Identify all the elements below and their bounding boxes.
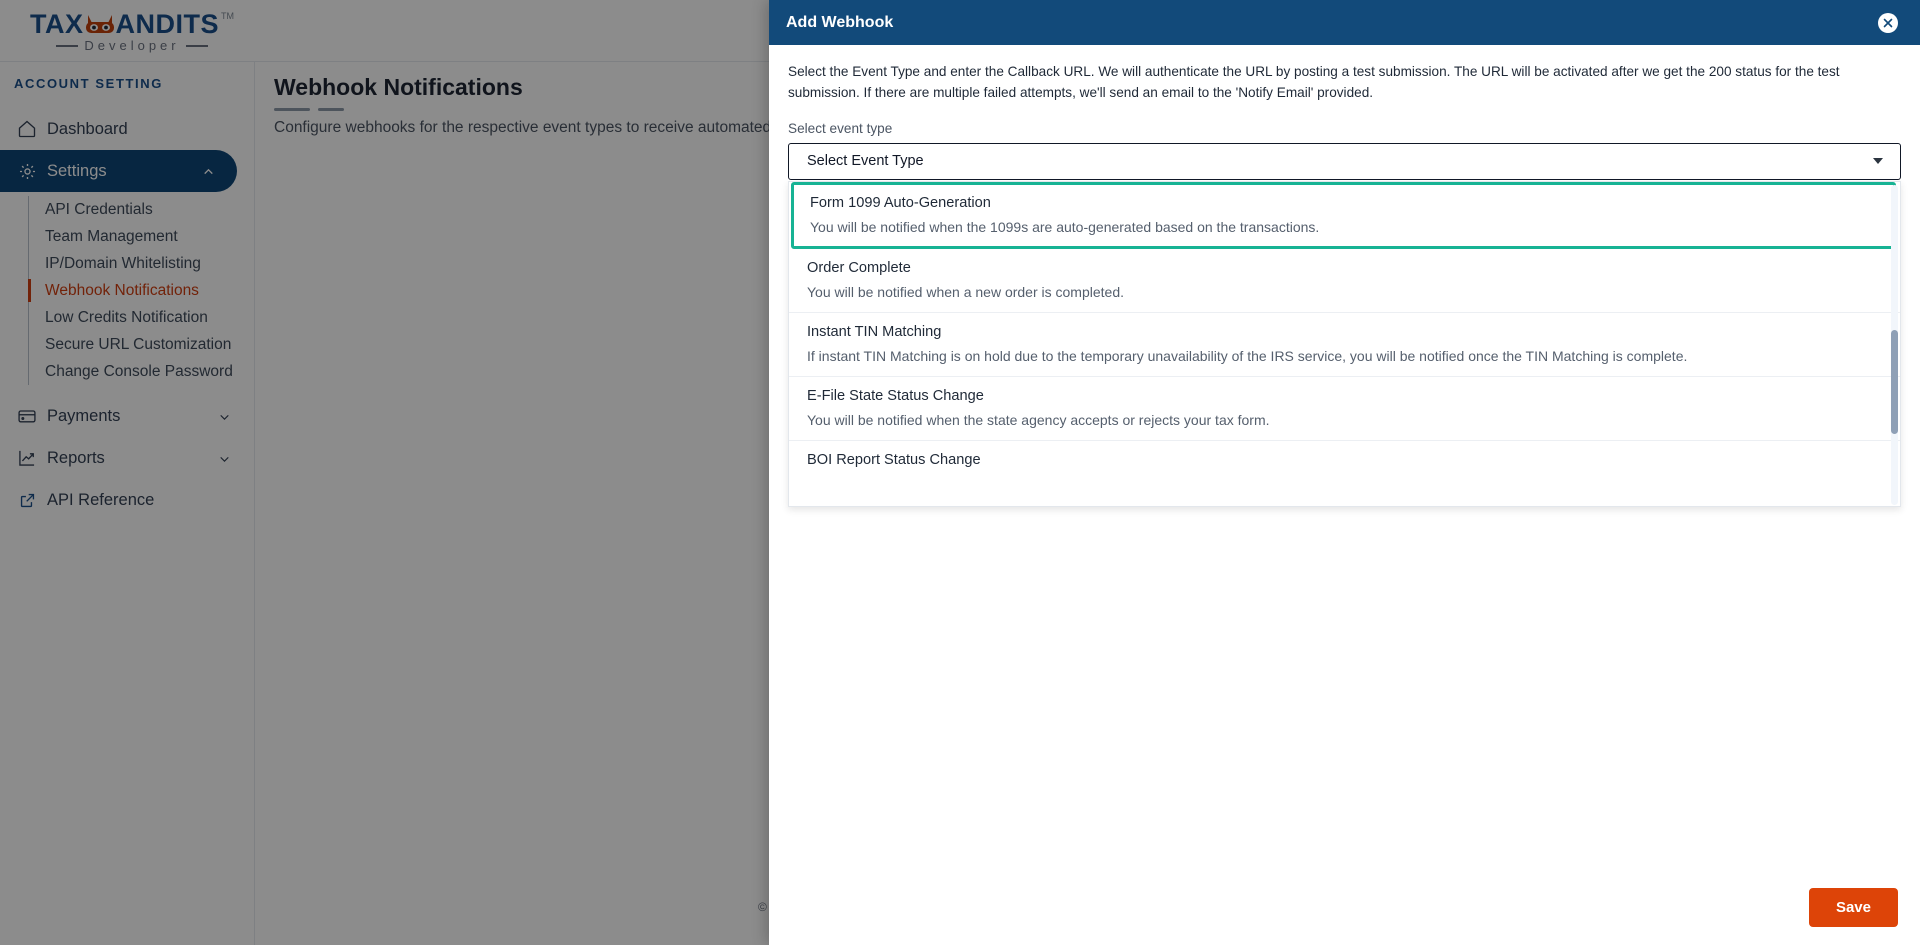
dropdown-option-title: Instant TIN Matching [807, 323, 942, 340]
modal-description: Select the Event Type and enter the Call… [788, 64, 1840, 101]
modal-footer: Save [769, 869, 1920, 945]
dropdown-option-boi-report-status-change[interactable]: BOI Report Status Change [789, 441, 1900, 480]
dropdown-option-instant-tin-matching[interactable]: Instant TIN Matching If instant TIN Matc… [789, 313, 1900, 377]
app-root: TAX ANDITS TM Developer ACCOUNT SETTING … [0, 0, 1920, 945]
dropdown-scroll-area: Form 1099 Auto-Generation You will be no… [789, 181, 1900, 506]
close-icon[interactable] [1878, 12, 1898, 33]
event-type-select[interactable]: Select Event Type [788, 142, 1901, 180]
select-event-type-label: Select event type [788, 120, 893, 136]
modal-body: Select the Event Type and enter the Call… [769, 45, 1920, 507]
modal-title: Add Webhook [786, 13, 894, 31]
dropdown-option-order-complete[interactable]: Order Complete You will be notified when… [789, 249, 1900, 313]
save-button[interactable]: Save [1808, 887, 1898, 927]
modal-header: Add Webhook [769, 0, 1920, 45]
dropdown-option-desc: If instant TIN Matching is on hold due t… [807, 347, 1688, 364]
dropdown-option-desc: You will be notified when the 1099s are … [810, 218, 1320, 235]
dropdown-option-title: Form 1099 Auto-Generation [810, 194, 991, 211]
chevron-down-icon [1873, 158, 1883, 165]
dropdown-option-efile-state-status-change[interactable]: E-File State Status Change You will be n… [789, 377, 1900, 441]
dropdown-option-title: E-File State Status Change [807, 387, 984, 404]
dropdown-scrollbar-thumb[interactable] [1891, 329, 1898, 434]
dropdown-option-desc: You will be notified when the state agen… [807, 411, 1270, 428]
dropdown-option-form-1099-auto-generation[interactable]: Form 1099 Auto-Generation You will be no… [791, 181, 1896, 249]
dropdown-option-title: Order Complete [807, 259, 911, 276]
event-type-select-value: Select Event Type [807, 153, 924, 170]
dropdown-option-desc: You will be notified when a new order is… [807, 283, 1125, 300]
modal-backdrop[interactable] [0, 0, 769, 945]
event-type-dropdown-list: Form 1099 Auto-Generation You will be no… [788, 180, 1901, 507]
add-webhook-modal: Add Webhook Select the Event Type and en… [769, 0, 1920, 945]
dropdown-option-title: BOI Report Status Change [807, 451, 981, 468]
